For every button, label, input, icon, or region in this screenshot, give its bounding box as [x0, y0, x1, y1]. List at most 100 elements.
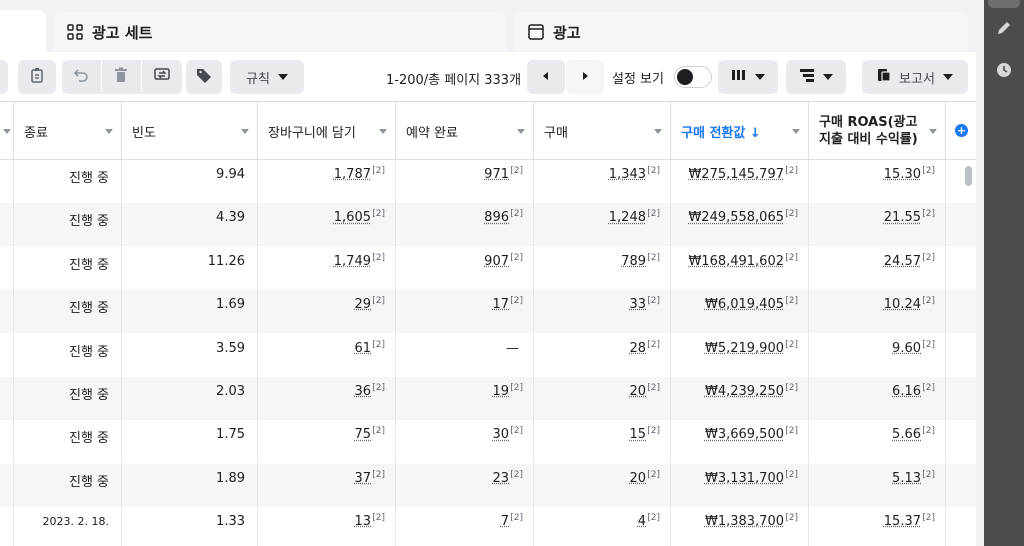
column-header-add-to-cart[interactable]: 장바구니에 담기 [258, 102, 396, 160]
footnote-marker[interactable]: [2] [922, 296, 935, 306]
purchase-value[interactable]: 4 [638, 514, 646, 529]
add-column-icon[interactable]: + [955, 124, 968, 137]
reports-dropdown[interactable]: 보고서 [862, 60, 968, 94]
footnote-marker[interactable]: [2] [647, 209, 660, 219]
roas-value[interactable]: 15.30 [884, 167, 921, 182]
purchase-value[interactable]: 33 [629, 297, 646, 312]
columns-dropdown[interactable] [718, 60, 778, 94]
footnote-marker[interactable]: [2] [922, 209, 935, 219]
roas-value[interactable]: 9.60 [892, 341, 921, 356]
footnote-marker[interactable]: [2] [510, 426, 523, 436]
footnote-marker[interactable]: [2] [372, 513, 385, 523]
cart-value[interactable]: 1,787 [334, 167, 371, 182]
column-header-end[interactable]: 종료 [14, 102, 122, 160]
footnote-marker[interactable]: [2] [922, 513, 935, 523]
footnote-marker[interactable]: [2] [647, 296, 660, 306]
booking-value[interactable]: 971 [484, 167, 509, 182]
booking-value[interactable]: 19 [492, 384, 509, 399]
purchase-value[interactable]: 20 [629, 384, 646, 399]
footnote-marker[interactable]: [2] [785, 209, 798, 219]
table-row[interactable]: 진행 중 1.69 29 [2] 17 [2] 33 [2] ₩6,019,405 [2] 10.2… [0, 290, 976, 334]
footnote-marker[interactable]: [2] [372, 340, 385, 350]
roas-value[interactable]: 5.66 [892, 427, 921, 442]
cart-value[interactable]: 13 [354, 514, 371, 529]
booking-value[interactable]: 7 [501, 514, 509, 529]
column-header-frequency[interactable]: 빈도 [122, 102, 258, 160]
footnote-marker[interactable]: [2] [647, 426, 660, 436]
tab-campaigns[interactable] [0, 10, 46, 54]
booking-value[interactable]: 17 [492, 297, 509, 312]
table-row[interactable]: 진행 중 2.03 36 [2] 19 [2] 20 [2] ₩4,239,250 [2] 6.16… [0, 377, 976, 420]
value-value[interactable]: ₩249,558,065 [688, 210, 784, 225]
footnote-marker[interactable]: [2] [510, 166, 523, 176]
footnote-marker[interactable]: [2] [372, 383, 385, 393]
cart-value[interactable]: 1,749 [334, 254, 371, 269]
chevron-down-icon[interactable] [929, 129, 937, 134]
tab-ads[interactable]: 광고 [515, 12, 968, 52]
footnote-marker[interactable]: [2] [647, 253, 660, 263]
footnote-marker[interactable]: [2] [922, 383, 935, 393]
footnote-marker[interactable]: [2] [372, 470, 385, 480]
chevron-down-icon[interactable] [379, 129, 387, 134]
footnote-marker[interactable]: [2] [785, 426, 798, 436]
booking-value[interactable]: 896 [484, 210, 509, 225]
chevron-down-icon[interactable] [654, 129, 662, 134]
booking-value[interactable]: 23 [492, 471, 509, 486]
footnote-marker[interactable]: [2] [785, 166, 798, 176]
footnote-marker[interactable]: [2] [647, 470, 660, 480]
table-row[interactable]: 진행 중 1.89 37 [2] 23 [2] 20 [2] ₩3,131,700 [2] 5.13… [0, 463, 976, 507]
pencil-icon[interactable] [994, 18, 1014, 38]
footnote-marker[interactable]: [2] [785, 340, 798, 350]
value-value[interactable]: ₩168,491,602 [688, 254, 784, 269]
purchase-value[interactable]: 789 [621, 254, 646, 269]
footnote-marker[interactable]: [2] [647, 340, 660, 350]
value-value[interactable]: ₩4,239,250 [705, 384, 784, 399]
roas-value[interactable]: 15.37 [884, 514, 921, 529]
footnote-marker[interactable]: [2] [922, 340, 935, 350]
sidebar-top-button[interactable] [988, 0, 1020, 8]
column-header-partial[interactable] [0, 102, 14, 160]
chevron-down-icon[interactable] [105, 129, 113, 134]
footnote-marker[interactable]: [2] [510, 209, 523, 219]
table-row[interactable]: 진행 중 1.75 75 [2] 30 [2] 15 [2] ₩3,669,500 [2] 5.66… [0, 420, 976, 464]
footnote-marker[interactable]: [2] [922, 253, 935, 263]
footnote-marker[interactable]: [2] [510, 383, 523, 393]
booking-value[interactable]: 907 [484, 254, 509, 269]
chevron-down-icon[interactable] [792, 129, 800, 134]
roas-value[interactable]: 5.13 [892, 471, 921, 486]
footnote-marker[interactable]: [2] [785, 513, 798, 523]
tab-adsets[interactable]: 광고 세트 [54, 12, 506, 52]
table-row[interactable]: 2023. 2. 18. 1.33 13 [2] 7 [2] 4 [2] ₩1,383,700[… [0, 507, 976, 546]
footnote-marker[interactable]: [2] [510, 253, 523, 263]
purchase-value[interactable]: 15 [629, 427, 646, 442]
footnote-marker[interactable]: [2] [922, 166, 935, 176]
delete-button[interactable] [102, 60, 140, 94]
roas-value[interactable]: 21.55 [884, 210, 921, 225]
value-value[interactable]: ₩1,383,700 [705, 514, 784, 529]
booking-value[interactable]: 30 [492, 427, 509, 442]
column-header-purchase[interactable]: 구매 [534, 102, 671, 160]
cart-value[interactable]: 75 [354, 427, 371, 442]
footnote-marker[interactable]: [2] [372, 209, 385, 219]
cart-value[interactable]: 37 [354, 471, 371, 486]
value-value[interactable]: ₩6,019,405 [705, 297, 784, 312]
table-row[interactable]: 진행 중 9.94 1,787 [2] 971 [2] 1,343 [2] ₩275,145,7… [0, 160, 976, 203]
footnote-marker[interactable]: [2] [785, 253, 798, 263]
table-row[interactable]: 진행 중 3.59 61 [2] —28 [2] ₩5,219,900 [2] 9.60 [2] [0, 333, 976, 377]
prev-page-button[interactable] [527, 60, 565, 94]
toolbar-left-edge[interactable] [0, 60, 8, 94]
column-header-purchase-value[interactable]: 구매 전환값 ↓ [671, 102, 809, 160]
footnote-marker[interactable]: [2] [372, 166, 385, 176]
undo-button[interactable] [62, 60, 100, 94]
cart-value[interactable]: 36 [354, 384, 371, 399]
clock-icon[interactable] [994, 60, 1014, 80]
cart-value[interactable]: 29 [354, 297, 371, 312]
chevron-down-icon[interactable] [517, 129, 525, 134]
table-row[interactable]: 진행 중 4.39 1,605 [2] 896 [2] 1,248 [2] ₩249,558,0… [0, 203, 976, 247]
footnote-marker[interactable]: [2] [785, 383, 798, 393]
view-settings-toggle[interactable] [674, 66, 712, 88]
footnote-marker[interactable]: [2] [647, 513, 660, 523]
cart-value[interactable]: 1,605 [334, 210, 371, 225]
footnote-marker[interactable]: [2] [647, 383, 660, 393]
footnote-marker[interactable]: [2] [922, 426, 935, 436]
